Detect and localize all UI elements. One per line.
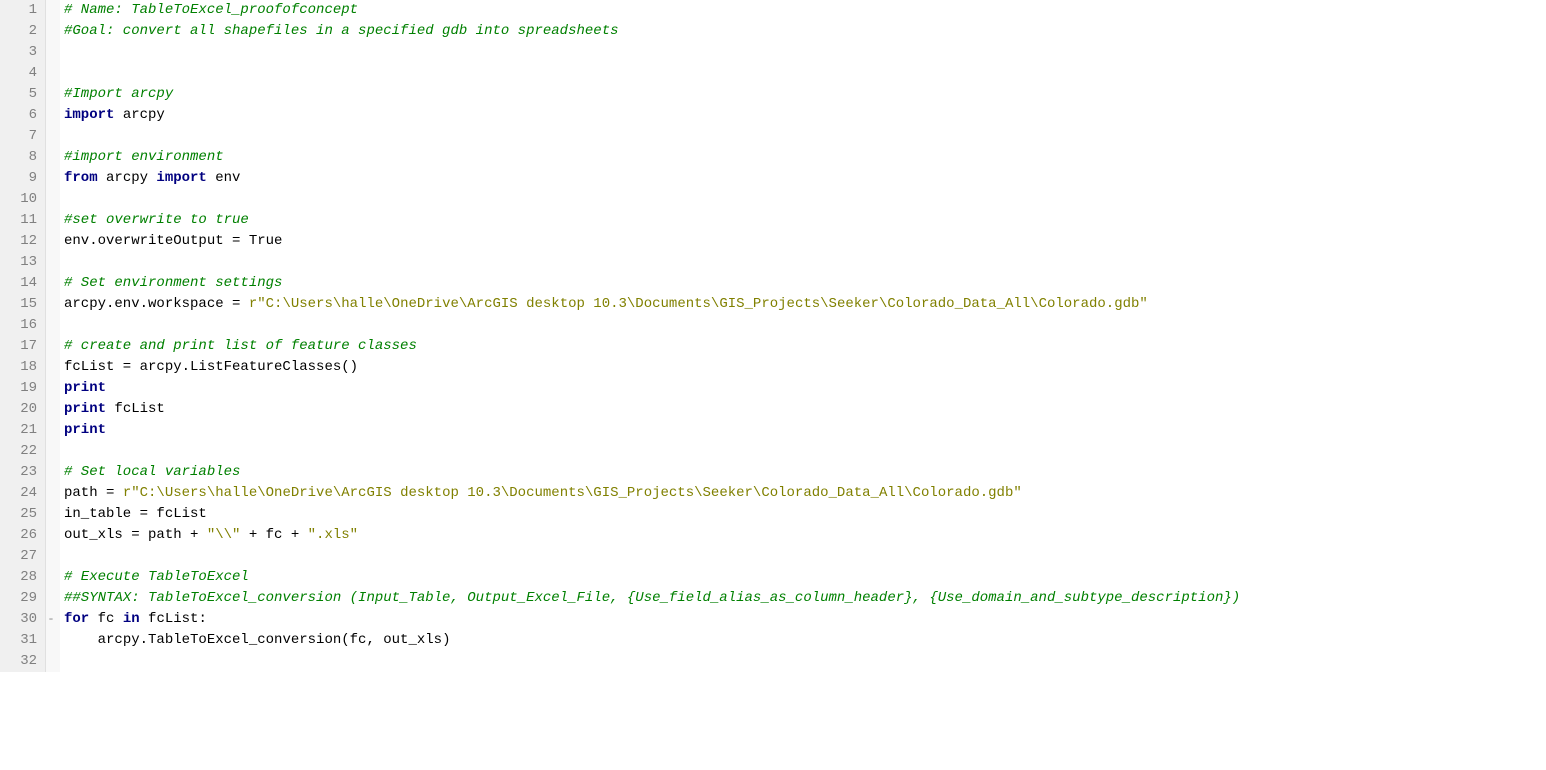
line-number: 28 — [12, 567, 37, 588]
line-number: 1 — [12, 0, 37, 21]
code-line[interactable]: arcpy.env.workspace = r"C:\Users\halle\O… — [64, 294, 1546, 315]
code-line[interactable]: in_table = fcList — [64, 504, 1546, 525]
line-number: 19 — [12, 378, 37, 399]
code-line[interactable]: fcList = arcpy.ListFeatureClasses() — [64, 357, 1546, 378]
line-number: 20 — [12, 399, 37, 420]
line-number: 29 — [12, 588, 37, 609]
code-line[interactable]: # Execute TableToExcel — [64, 567, 1546, 588]
fold-toggle-icon[interactable]: - — [46, 609, 56, 630]
code-editor[interactable]: # Name: TableToExcel_proofofconcept#Goal… — [60, 0, 1546, 672]
line-number: 25 — [12, 504, 37, 525]
code-line[interactable]: import arcpy — [64, 105, 1546, 126]
line-number: 2 — [12, 21, 37, 42]
line-number: 22 — [12, 441, 37, 462]
code-line[interactable]: out_xls = path + "\\" + fc + ".xls" — [64, 525, 1546, 546]
line-number: 7 — [12, 126, 37, 147]
code-line[interactable] — [64, 546, 1546, 567]
line-number: 26 — [12, 525, 37, 546]
code-line[interactable] — [64, 63, 1546, 84]
line-number: 6 — [12, 105, 37, 126]
code-line[interactable]: path = r"C:\Users\halle\OneDrive\ArcGIS … — [64, 483, 1546, 504]
code-line[interactable]: # Set environment settings — [64, 273, 1546, 294]
line-number: 21 — [12, 420, 37, 441]
line-number: 17 — [12, 336, 37, 357]
code-line[interactable] — [64, 189, 1546, 210]
code-line[interactable]: # create and print list of feature class… — [64, 336, 1546, 357]
line-number: 31 — [12, 630, 37, 651]
line-number: 18 — [12, 357, 37, 378]
code-line[interactable]: for fc in fcList: — [64, 609, 1546, 630]
code-line[interactable]: print — [64, 378, 1546, 399]
line-number: 12 — [12, 231, 37, 252]
line-number: 30 — [12, 609, 37, 630]
code-line[interactable]: print — [64, 420, 1546, 441]
line-number: 14 — [12, 273, 37, 294]
line-number: 15 — [12, 294, 37, 315]
code-line[interactable]: from arcpy import env — [64, 168, 1546, 189]
line-number: 11 — [12, 210, 37, 231]
fold-gutter: - — [46, 0, 60, 672]
line-number: 13 — [12, 252, 37, 273]
line-number: 16 — [12, 315, 37, 336]
code-line[interactable]: #import environment — [64, 147, 1546, 168]
line-number: 5 — [12, 84, 37, 105]
code-line[interactable] — [64, 651, 1546, 672]
line-number: 10 — [12, 189, 37, 210]
code-line[interactable]: env.overwriteOutput = True — [64, 231, 1546, 252]
line-number: 4 — [12, 63, 37, 84]
code-line[interactable] — [64, 126, 1546, 147]
code-line[interactable]: ##SYNTAX: TableToExcel_conversion (Input… — [64, 588, 1546, 609]
code-line[interactable]: arcpy.TableToExcel_conversion(fc, out_xl… — [64, 630, 1546, 651]
code-line[interactable] — [64, 441, 1546, 462]
code-line[interactable] — [64, 315, 1546, 336]
line-number-gutter: 1234567891011121314151617181920212223242… — [0, 0, 46, 672]
line-number: 23 — [12, 462, 37, 483]
line-number: 32 — [12, 651, 37, 672]
line-number: 27 — [12, 546, 37, 567]
code-line[interactable]: # Set local variables — [64, 462, 1546, 483]
line-number: 8 — [12, 147, 37, 168]
line-number: 9 — [12, 168, 37, 189]
code-line[interactable]: #Import arcpy — [64, 84, 1546, 105]
code-line[interactable] — [64, 252, 1546, 273]
line-number: 3 — [12, 42, 37, 63]
code-line[interactable]: #set overwrite to true — [64, 210, 1546, 231]
line-number: 24 — [12, 483, 37, 504]
code-line[interactable]: #Goal: convert all shapefiles in a speci… — [64, 21, 1546, 42]
code-line[interactable]: print fcList — [64, 399, 1546, 420]
code-line[interactable] — [64, 42, 1546, 63]
code-line[interactable]: # Name: TableToExcel_proofofconcept — [64, 0, 1546, 21]
